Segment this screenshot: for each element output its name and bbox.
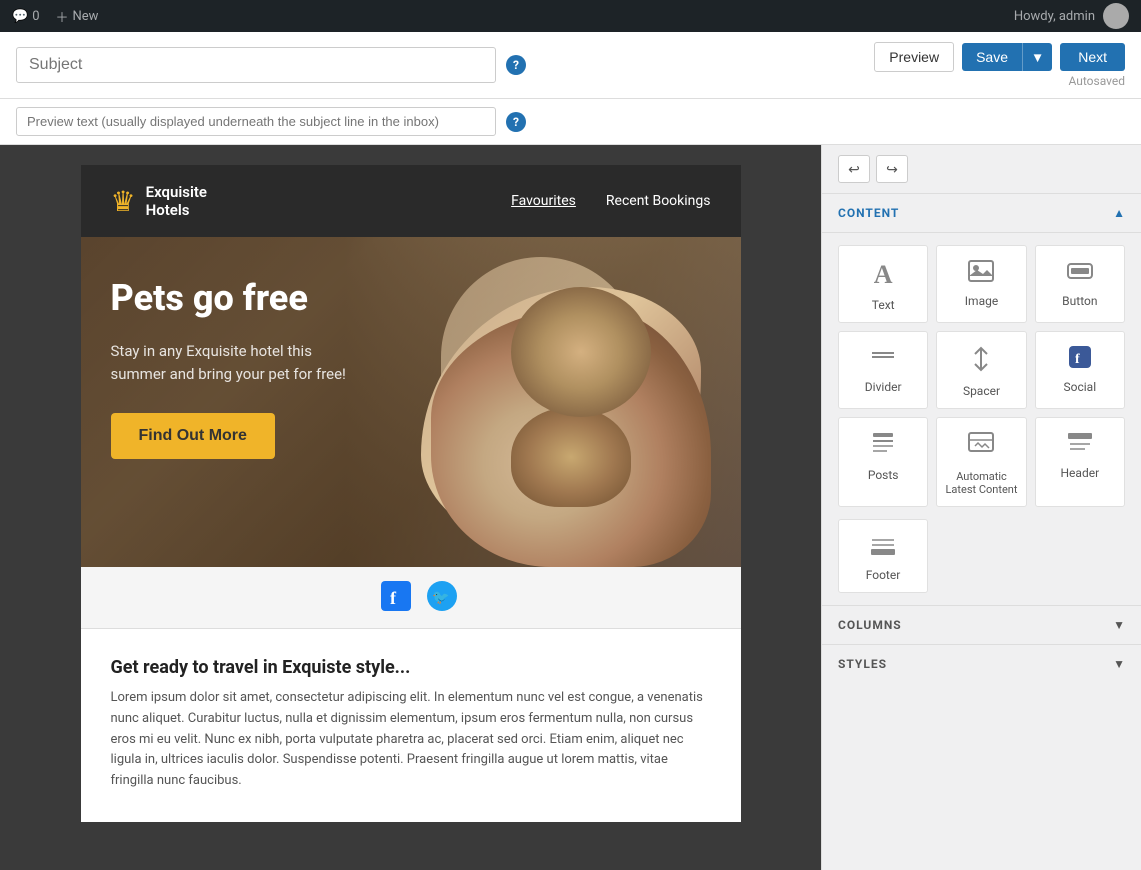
content-label-social: Social	[1064, 380, 1097, 394]
posts-icon	[871, 432, 895, 460]
nav-recent-bookings[interactable]: Recent Bookings	[606, 193, 711, 209]
new-item[interactable]: ＋ New	[56, 7, 99, 26]
twitter-svg[interactable]: 🐦	[427, 581, 457, 611]
content-label-header: Header	[1061, 466, 1100, 480]
preview-button[interactable]: Preview	[874, 42, 954, 72]
divider-icon	[870, 346, 896, 372]
svg-text:f: f	[1075, 352, 1080, 367]
sidebar: ↩ ↪ CONTENT ▲ A Text Ima	[821, 145, 1141, 870]
svg-text:f: f	[390, 588, 397, 608]
plus-icon: ＋	[56, 7, 69, 26]
next-button[interactable]: Next	[1060, 43, 1125, 71]
content-label-spacer: Spacer	[963, 384, 1000, 398]
main-area: ♛ ExquisiteHotels Favourites Recent Book…	[0, 145, 1141, 870]
content-label-divider: Divider	[865, 380, 902, 394]
redo-button[interactable]: ↪	[876, 155, 908, 183]
footer-item-area: Footer	[822, 519, 1141, 605]
toolbar-buttons: Preview Save ▼ Next	[874, 42, 1125, 72]
columns-section: COLUMNS ▼	[822, 605, 1141, 644]
brand: ♛ ExquisiteHotels	[111, 183, 207, 219]
admin-bar-left: 💬 0 ＋ New	[12, 7, 98, 26]
content-label-image: Image	[965, 294, 998, 308]
content-item-text[interactable]: A Text	[838, 245, 928, 323]
brand-name: ExquisiteHotels	[146, 183, 207, 219]
social-icon-item: f	[1069, 346, 1091, 372]
nav-links: Favourites Recent Bookings	[511, 193, 710, 209]
styles-arrow-icon: ▼	[1113, 657, 1125, 671]
text-icon: A	[874, 260, 893, 290]
email-body-title: Get ready to travel in Exquiste style...	[111, 657, 711, 678]
hero-section: Pets go free Stay in any Exquisite hotel…	[81, 237, 741, 567]
content-grid: A Text Image	[822, 233, 1141, 519]
subject-help-icon[interactable]: ?	[506, 55, 526, 75]
content-label-footer: Footer	[866, 568, 901, 582]
columns-section-header[interactable]: COLUMNS ▼	[822, 606, 1141, 644]
content-item-social[interactable]: f Social	[1035, 331, 1125, 409]
button-icon	[1067, 260, 1093, 286]
admin-bar-right: Howdy, admin	[1014, 3, 1129, 29]
content-label-button: Button	[1062, 294, 1097, 308]
comment-icon: 💬	[12, 9, 28, 24]
admin-bar: 💬 0 ＋ New Howdy, admin	[0, 0, 1141, 32]
autosaved-label: Autosaved	[1068, 74, 1125, 88]
nav-favourites[interactable]: Favourites	[511, 193, 576, 209]
content-item-divider[interactable]: Divider	[838, 331, 928, 409]
save-dropdown-button[interactable]: ▼	[1022, 43, 1052, 71]
comment-count: 0	[32, 9, 39, 24]
email-wrapper: ♛ ExquisiteHotels Favourites Recent Book…	[81, 165, 741, 822]
save-button[interactable]: Save	[962, 43, 1022, 71]
facebook-svg[interactable]: f	[381, 581, 411, 611]
styles-section: STYLES ▼	[822, 644, 1141, 683]
toolbar-left: ?	[16, 47, 874, 83]
content-arrow-icon: ▲	[1113, 206, 1125, 220]
crown-icon: ♛	[111, 185, 136, 218]
svg-text:🐦: 🐦	[432, 589, 449, 605]
preview-text-row: ?	[0, 99, 1141, 145]
content-item-auto-latest[interactable]: Automatic Latest Content	[936, 417, 1026, 507]
email-canvas: ♛ ExquisiteHotels Favourites Recent Book…	[0, 145, 821, 870]
email-body: Get ready to travel in Exquiste style...…	[81, 629, 741, 822]
columns-arrow-icon: ▼	[1113, 618, 1125, 632]
spacer-icon	[968, 346, 994, 376]
hero-title: Pets go free	[111, 277, 391, 320]
new-label: New	[73, 9, 99, 24]
columns-title: COLUMNS	[838, 618, 902, 632]
email-header: ♛ ExquisiteHotels Favourites Recent Book…	[81, 165, 741, 237]
content-label-text: Text	[872, 298, 895, 312]
user-label: Howdy, admin	[1014, 9, 1095, 24]
avatar	[1103, 3, 1129, 29]
toolbar: ? Preview Save ▼ Next Autosaved	[0, 32, 1141, 99]
toolbar-right-group: Preview Save ▼ Next Autosaved	[874, 42, 1125, 88]
hero-cta-button[interactable]: Find Out More	[111, 413, 275, 459]
content-section-header[interactable]: CONTENT ▲	[822, 194, 1141, 233]
subject-input[interactable]	[16, 47, 496, 83]
save-group: Save ▼	[962, 43, 1052, 71]
auto-latest-icon	[968, 432, 994, 462]
content-item-button[interactable]: Button	[1035, 245, 1125, 323]
styles-section-header[interactable]: STYLES ▼	[822, 645, 1141, 683]
email-body-text: Lorem ipsum dolor sit amet, consectetur …	[111, 688, 711, 792]
content-label-posts: Posts	[868, 468, 899, 482]
content-label-auto-latest: Automatic Latest Content	[945, 470, 1017, 496]
content-item-posts[interactable]: Posts	[838, 417, 928, 507]
content-item-footer[interactable]: Footer	[838, 519, 928, 593]
content-title: CONTENT	[838, 206, 899, 220]
preview-help-icon[interactable]: ?	[506, 112, 526, 132]
footer-icon	[870, 534, 896, 560]
content-item-image[interactable]: Image	[936, 245, 1026, 323]
social-bar:  f 🐦	[81, 567, 741, 629]
image-icon	[968, 260, 994, 286]
hero-content: Pets go free Stay in any Exquisite hotel…	[81, 237, 741, 499]
styles-title: STYLES	[838, 657, 887, 671]
content-item-spacer[interactable]: Spacer	[936, 331, 1026, 409]
preview-text-input[interactable]	[16, 107, 496, 136]
comment-count-item[interactable]: 💬 0	[12, 9, 40, 24]
content-item-header[interactable]: Header	[1035, 417, 1125, 507]
hero-text: Stay in any Exquisite hotel this summer …	[111, 340, 371, 385]
undo-button[interactable]: ↩	[838, 155, 870, 183]
header-icon	[1067, 432, 1093, 458]
undo-redo-bar: ↩ ↪	[822, 145, 1141, 194]
